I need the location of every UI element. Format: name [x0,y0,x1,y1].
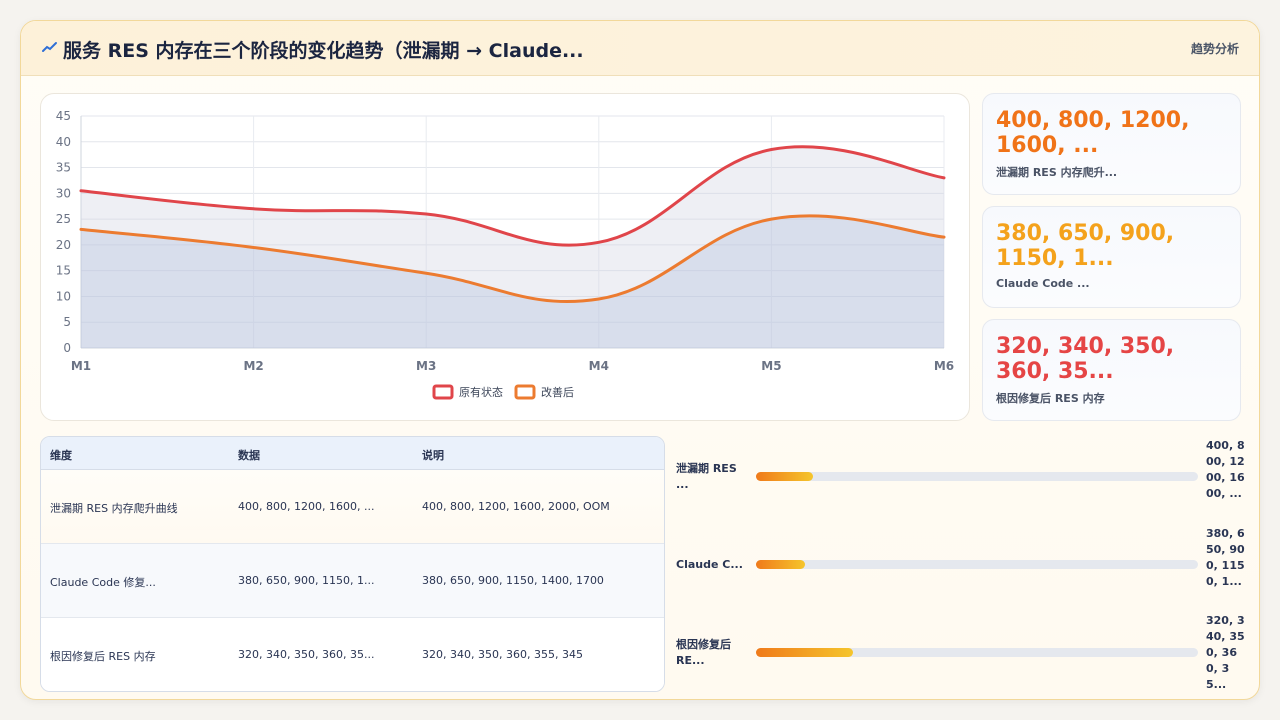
table-cell: 380, 650, 900, 1150, 1... [238,574,375,587]
legend-swatch [514,384,536,400]
table-cell: 根因修复后 RES 内存 [50,650,156,663]
bar-value: 380, 650, 900, 1150, 1... [1206,527,1245,588]
y-tick-label: 45 [56,109,71,123]
column-header: 说明 [422,449,444,462]
bar-fill [756,472,814,481]
page-title: 服务 RES 内存在三个阶段的变化趋势（泄漏期 → Claude... [63,40,584,62]
table-cell: 320, 340, 350, 360, 355, 345 [422,648,583,661]
legend-label: 改善后 [541,385,574,399]
x-tick-label: M3 [416,359,436,373]
y-tick-label: 25 [56,212,71,226]
stat-card-claude: 380, 650, 900, 1150, 1... Claude Code ..… [982,206,1241,308]
bar-value: 400, 800, 1200, 1600, ... [1206,439,1245,500]
x-tick-label: M2 [243,359,263,373]
bar-label: 根因修复后 RE... [676,638,731,667]
y-tick-label: 15 [56,264,71,278]
y-tick-label: 5 [63,315,71,329]
column-header: 数据 [238,449,260,462]
table-row[interactable]: 泄漏期 RES 内存爬升曲线 400, 800, 1200, 1600, ...… [41,470,664,544]
bar-label: 泄漏期 RES ... [676,462,737,491]
x-tick-label: M1 [71,359,91,373]
y-tick-label: 0 [63,341,71,355]
table-row[interactable]: Claude Code 修复... 380, 650, 900, 1150, 1… [41,544,664,618]
legend-label: 原有状态 [459,385,503,399]
table-header: 维度 数据 说明 [41,437,664,470]
x-tick-label: M4 [589,359,609,373]
progress-bars: 泄漏期 RES ... 400, 800, 1200, 1600, ... Cl… [676,436,1246,696]
bar-fill [756,560,805,569]
table-cell: 400, 800, 1200, 1600, 2000, OOM [422,500,610,513]
legend-swatch [432,384,454,400]
chart-panel: 0 5 10 15 20 25 30 35 40 45 M1 M2 M3 M4 M5 M6 原有状态 改善后 [40,93,970,421]
bar-fill [756,648,854,657]
trend-analysis-label[interactable]: 趋势分析 [1191,40,1239,57]
line-chart: 0 5 10 15 20 25 30 35 40 45 M1 M2 M3 M4 M5 M6 原有状态 改善后 [56,109,954,400]
x-tick-label: M6 [934,359,954,373]
y-tick-label: 40 [56,135,71,149]
trend-card: 服务 RES 内存在三个阶段的变化趋势（泄漏期 → Claude... 趋势分析… [20,20,1260,700]
table-cell: 380, 650, 900, 1150, 1400, 1700 [422,574,604,587]
bar-value: 320, 340, 350, 360, 35... [1206,614,1245,691]
stat-card-leak: 400, 800, 1200, 1600, ... 泄漏期 RES 内存爬升..… [982,93,1241,195]
y-tick-label: 30 [56,186,71,200]
table-cell: 400, 800, 1200, 1600, ... [238,500,375,513]
bar-track [756,648,1198,657]
stat-label: Claude Code ... [996,277,1090,290]
table-cell: 320, 340, 350, 360, 35... [238,648,375,661]
column-header: 维度 [50,449,72,462]
data-table: 维度 数据 说明 泄漏期 RES 内存爬升曲线 400, 800, 1200, … [40,436,665,692]
x-tick-label: M5 [761,359,781,373]
stat-value: 320, 340, 350, 360, 35... [996,334,1175,384]
table-row[interactable]: 根因修复后 RES 内存 320, 340, 350, 360, 35... 3… [41,618,664,691]
stat-value: 380, 650, 900, 1150, 1... [996,221,1175,271]
y-tick-label: 20 [56,238,71,252]
stat-card-rootfix: 320, 340, 350, 360, 35... 根因修复后 RES 内存 [982,319,1241,421]
card-header: 服务 RES 内存在三个阶段的变化趋势（泄漏期 → Claude... 趋势分析 [21,21,1259,76]
table-cell: 泄漏期 RES 内存爬升曲线 [50,502,178,515]
stat-label: 根因修复后 RES 内存 [996,392,1105,405]
y-tick-label: 35 [56,161,71,175]
bar-track [756,472,1198,481]
y-tick-label: 10 [56,289,71,303]
trend-line-icon [41,39,59,57]
stat-value: 400, 800, 1200, 1600, ... [996,108,1190,158]
bar-track [756,560,1198,569]
table-cell: Claude Code 修复... [50,576,156,589]
stat-label: 泄漏期 RES 内存爬升... [996,166,1118,179]
bar-label: Claude C... [676,558,743,571]
